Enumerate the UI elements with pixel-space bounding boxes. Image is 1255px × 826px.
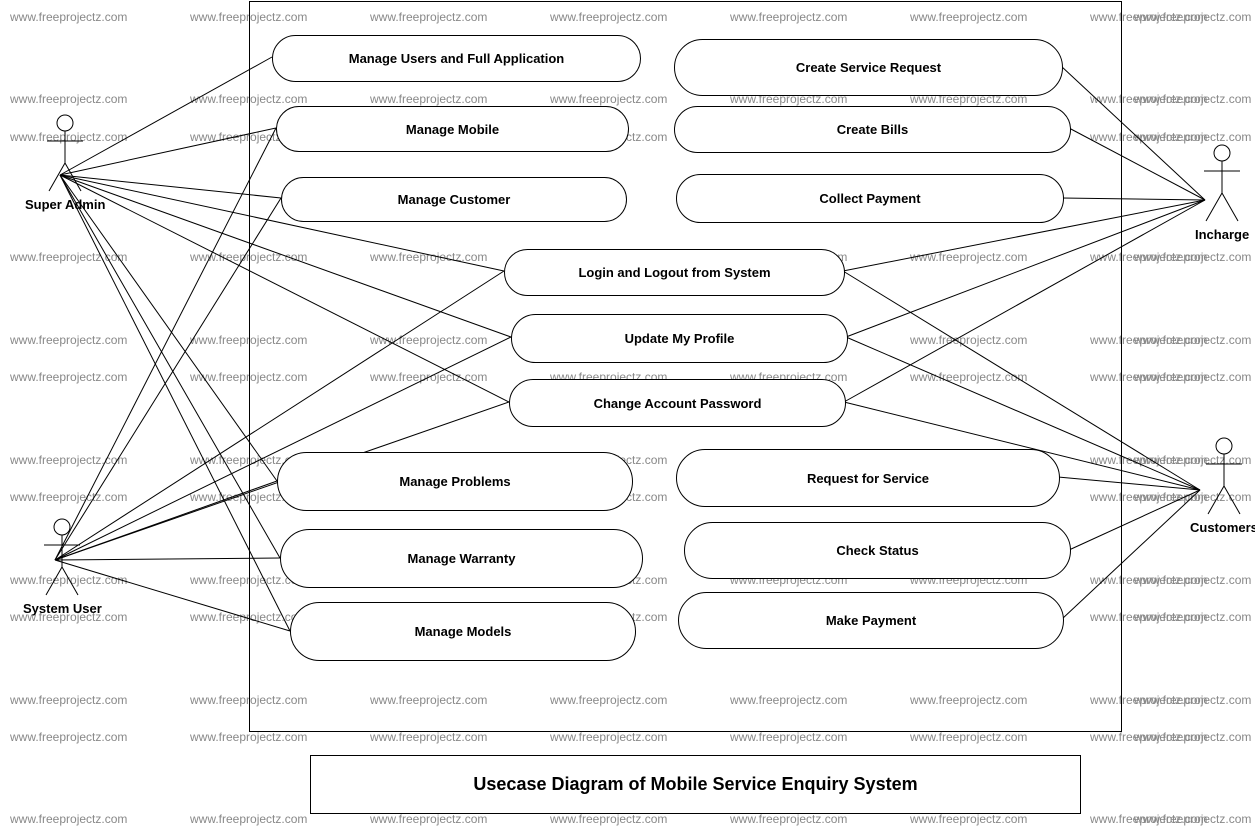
watermark-text: www.freeprojectz.com <box>1134 250 1251 264</box>
diagram-title-text: Usecase Diagram of Mobile Service Enquir… <box>473 774 917 795</box>
watermark-text: www.freeprojectz.com <box>10 250 127 264</box>
watermark-text: www.freeprojectz.com <box>910 812 1027 826</box>
watermark-text: www.freeprojectz.com <box>730 730 847 744</box>
actor-label: Incharge <box>1195 227 1249 242</box>
watermark-text: www.freeprojectz.com <box>1134 10 1251 24</box>
actor-super-admin: Super Admin <box>25 113 105 212</box>
usecase-create-service-request: Create Service Request <box>674 39 1063 96</box>
usecase-manage-mobile: Manage Mobile <box>276 106 629 152</box>
usecase-label: Make Payment <box>826 613 916 628</box>
actor-system-user: System User <box>23 517 102 616</box>
watermark-text: www.freeprojectz.com <box>730 812 847 826</box>
usecase-manage-warranty: Manage Warranty <box>280 529 643 588</box>
watermark-text: www.freeprojectz.com <box>1134 92 1251 106</box>
watermark-text: www.freeprojectz.com <box>10 453 127 467</box>
watermark-text: www.freeprojectz.com <box>1090 812 1207 826</box>
stickfigure-icon <box>1200 143 1244 223</box>
watermark-text: www.freeprojectz.com <box>190 730 307 744</box>
actor-label: Customers <box>1190 520 1255 535</box>
usecase-update-profile: Update My Profile <box>511 314 848 363</box>
usecase-label: Create Bills <box>837 122 909 137</box>
usecase-collect-payment: Collect Payment <box>676 174 1064 223</box>
usecase-label: Request for Service <box>807 471 929 486</box>
watermark-text: www.freeprojectz.com <box>10 370 127 384</box>
usecase-label: Create Service Request <box>796 60 941 75</box>
usecase-manage-users: Manage Users and Full Application <box>272 35 641 82</box>
usecase-label: Manage Users and Full Application <box>349 51 565 66</box>
watermark-text: www.freeprojectz.com <box>1134 333 1251 347</box>
watermark-text: www.freeprojectz.com <box>550 812 667 826</box>
watermark-text: www.freeprojectz.com <box>1090 730 1207 744</box>
actor-label: Super Admin <box>25 197 105 212</box>
usecase-label: Login and Logout from System <box>578 265 770 280</box>
usecase-label: Change Account Password <box>594 396 762 411</box>
usecase-manage-models: Manage Models <box>290 602 636 661</box>
watermark-text: www.freeprojectz.com <box>190 812 307 826</box>
usecase-label: Manage Problems <box>399 474 510 489</box>
usecase-manage-problems: Manage Problems <box>277 452 633 511</box>
stickfigure-icon <box>1202 436 1246 516</box>
stickfigure-icon <box>43 113 87 193</box>
usecase-create-bills: Create Bills <box>674 106 1071 153</box>
actor-incharge: Incharge <box>1195 143 1249 242</box>
watermark-text: www.freeprojectz.com <box>1134 730 1251 744</box>
watermark-text: www.freeprojectz.com <box>1134 130 1251 144</box>
watermark-text: www.freeprojectz.com <box>1134 370 1251 384</box>
watermark-text: www.freeprojectz.com <box>10 812 127 826</box>
diagram-title: Usecase Diagram of Mobile Service Enquir… <box>310 755 1081 814</box>
usecase-login-logout: Login and Logout from System <box>504 249 845 296</box>
watermark-text: www.freeprojectz.com <box>10 730 127 744</box>
usecase-label: Manage Mobile <box>406 122 499 137</box>
usecase-label: Collect Payment <box>819 191 920 206</box>
usecase-label: Check Status <box>836 543 918 558</box>
watermark-text: www.freeprojectz.com <box>1134 693 1251 707</box>
watermark-text: www.freeprojectz.com <box>370 730 487 744</box>
watermark-text: www.freeprojectz.com <box>10 92 127 106</box>
stickfigure-icon <box>40 517 84 597</box>
watermark-text: www.freeprojectz.com <box>1134 610 1251 624</box>
usecase-request-service: Request for Service <box>676 449 1060 507</box>
actor-customers: Customers <box>1190 436 1255 535</box>
watermark-text: www.freeprojectz.com <box>550 730 667 744</box>
watermark-text: www.freeprojectz.com <box>10 10 127 24</box>
watermark-text: www.freeprojectz.com <box>1134 573 1251 587</box>
usecase-check-status: Check Status <box>684 522 1071 579</box>
usecase-label: Update My Profile <box>625 331 735 346</box>
usecase-make-payment: Make Payment <box>678 592 1064 649</box>
actor-label: System User <box>23 601 102 616</box>
usecase-label: Manage Warranty <box>408 551 516 566</box>
watermark-text: www.freeprojectz.com <box>1134 812 1251 826</box>
watermark-text: www.freeprojectz.com <box>370 812 487 826</box>
usecase-label: Manage Customer <box>398 192 511 207</box>
usecase-change-password: Change Account Password <box>509 379 846 427</box>
usecase-manage-customer: Manage Customer <box>281 177 627 222</box>
usecase-label: Manage Models <box>415 624 512 639</box>
watermark-text: www.freeprojectz.com <box>10 333 127 347</box>
watermark-text: www.freeprojectz.com <box>10 693 127 707</box>
watermark-text: www.freeprojectz.com <box>10 490 127 504</box>
watermark-text: www.freeprojectz.com <box>910 730 1027 744</box>
